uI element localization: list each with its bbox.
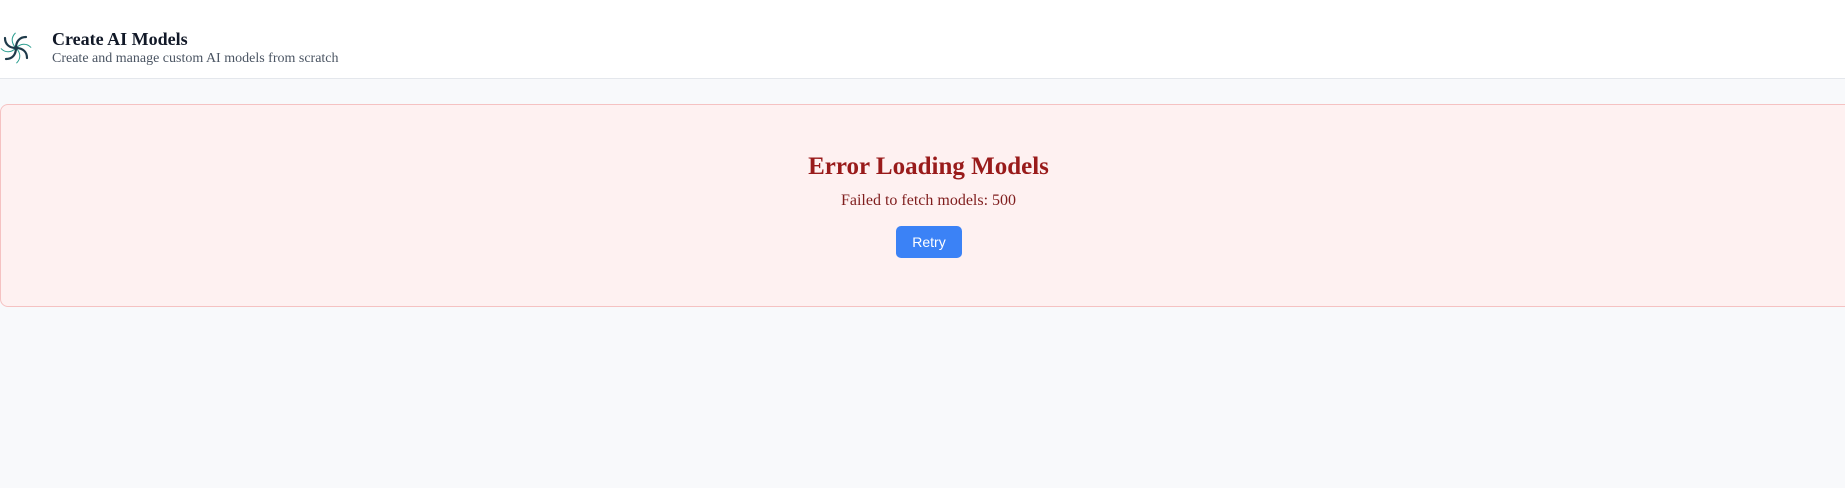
- page-title: Create AI Models: [52, 29, 188, 49]
- page-subtitle: Create and manage custom AI models from …: [52, 51, 339, 66]
- retry-button[interactable]: Retry: [896, 226, 962, 258]
- pinwheel-logo-icon: [0, 32, 32, 64]
- error-title: Error Loading Models: [808, 153, 1049, 180]
- app-header: Create AI Models Create and manage custo…: [0, 0, 1845, 79]
- error-message: Failed to fetch models: 500: [840, 192, 1017, 209]
